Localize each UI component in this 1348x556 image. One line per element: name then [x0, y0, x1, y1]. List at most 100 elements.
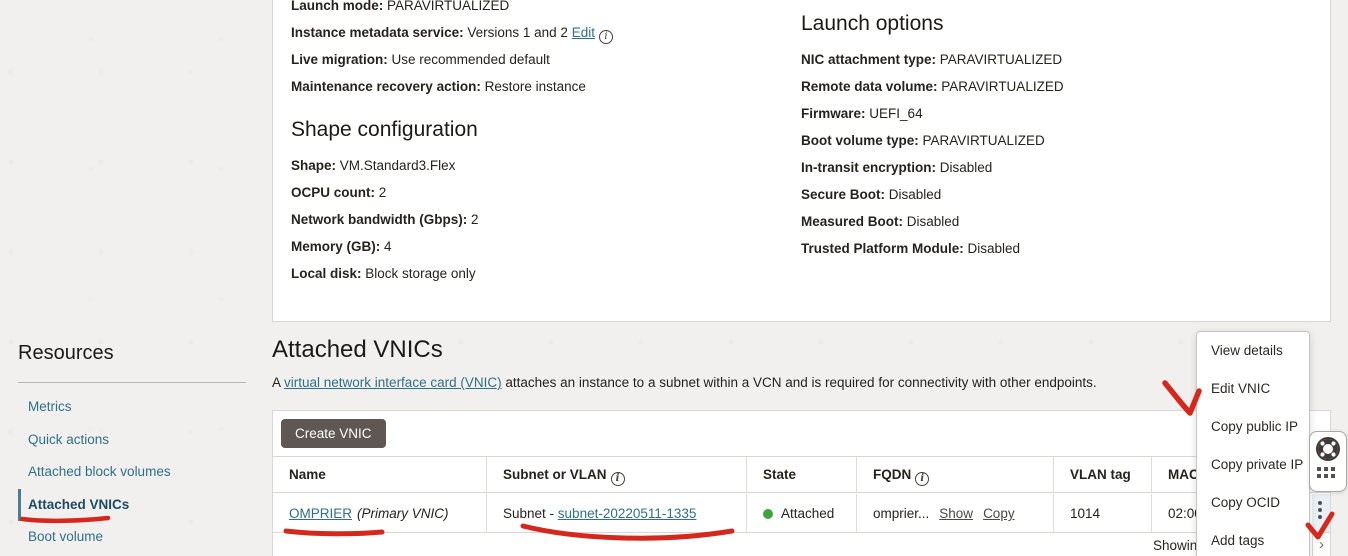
sidebar-item-metrics[interactable]: Metrics	[18, 391, 246, 424]
column-header-label: Subnet or VLAN	[503, 467, 607, 482]
detail-value: 2	[379, 185, 387, 200]
app-grid-icon[interactable]	[1317, 467, 1339, 478]
detail-row-bandwidth: Network bandwidth (Gbps): 2	[291, 206, 479, 233]
detail-value: Versions 1 and 2	[467, 25, 568, 40]
detail-label: Measured Boot:	[801, 214, 903, 229]
fqdn-value: omprier...	[873, 506, 929, 521]
edit-metadata-link[interactable]: Edit	[572, 25, 595, 40]
info-icon: i	[611, 472, 625, 486]
detail-value: Block storage only	[365, 266, 475, 281]
column-header-name: Name	[273, 457, 486, 492]
detail-value: Disabled	[968, 241, 1021, 256]
column-header-label: FQDN	[873, 467, 911, 482]
sidebar-item-label: Quick actions	[28, 432, 109, 447]
vnics-table-card: Create VNIC Name Subnet or VLAN i State F…	[272, 410, 1331, 556]
detail-value: Restore instance	[485, 79, 586, 94]
detail-value: 2	[471, 212, 479, 227]
fqdn-copy-link[interactable]: Copy	[983, 506, 1015, 521]
vnics-table-header: Name Subnet or VLAN i State FQDNi VLAN ta…	[273, 456, 1330, 493]
sidebar-divider	[18, 382, 246, 383]
sidebar-item-label: Boot volume	[28, 529, 103, 544]
cell-state: Attached	[746, 494, 856, 532]
vnics-toolbar: Create VNIC	[273, 411, 1330, 456]
column-header-vlan-tag: VLAN tag	[1053, 457, 1151, 492]
menu-item-view-details[interactable]: View details	[1197, 332, 1309, 370]
detail-label: Shape:	[291, 158, 336, 173]
menu-item-copy-public-ip[interactable]: Copy public IP	[1197, 408, 1309, 446]
detail-row-boot-volume-type: Boot volume type: PARAVIRTUALIZED	[801, 127, 1064, 154]
fqdn-show-link[interactable]: Show	[939, 506, 973, 521]
menu-item-add-tags[interactable]: Add tags	[1197, 522, 1309, 556]
row-actions-kebab-icon[interactable]	[1317, 501, 1323, 522]
detail-row-remote-data-volume: Remote data volume: PARAVIRTUALIZED	[801, 73, 1064, 100]
detail-row-tpm: Trusted Platform Module: Disabled	[801, 235, 1064, 262]
vnic-name-link[interactable]: OMPRIER	[289, 506, 352, 521]
state-label: Attached	[781, 506, 834, 521]
detail-label: NIC attachment type:	[801, 52, 936, 67]
scroll-right-chevron-icon[interactable]: ›	[1312, 532, 1330, 556]
sidebar-item-boot-volume[interactable]: Boot volume	[18, 521, 246, 554]
sidebar-item-quick-actions[interactable]: Quick actions	[18, 424, 246, 457]
detail-label: Maintenance recovery action:	[291, 79, 481, 94]
detail-value: Disabled	[940, 160, 993, 175]
column-header-fqdn: FQDNi	[856, 457, 1053, 492]
detail-row-local-disk: Local disk: Block storage only	[291, 260, 479, 287]
detail-row-memory: Memory (GB): 4	[291, 233, 479, 260]
detail-row-secure-boot: Secure Boot: Disabled	[801, 181, 1064, 208]
detail-value: Use recommended default	[392, 52, 550, 67]
instance-general-details: Launch mode: PARAVIRTUALIZED Instance me…	[291, 0, 613, 100]
instance-details-card: Launch mode: PARAVIRTUALIZED Instance me…	[272, 0, 1331, 322]
attached-vnics-description: A virtual network interface card (VNIC) …	[272, 375, 1097, 390]
detail-row-measured-boot: Measured Boot: Disabled	[801, 208, 1064, 235]
column-header-state: State	[746, 457, 856, 492]
menu-item-copy-ocid[interactable]: Copy OCID	[1197, 484, 1309, 522]
primary-vnic-note: (Primary VNIC)	[357, 506, 449, 521]
detail-row-live-migration: Live migration: Use recommended default	[291, 46, 613, 73]
resources-sidebar: Resources Metrics Quick actions Attached…	[18, 342, 246, 554]
floating-help-widget[interactable]	[1309, 431, 1347, 492]
create-vnic-button[interactable]: Create VNIC	[281, 419, 386, 448]
detail-label: Firmware:	[801, 106, 866, 121]
detail-value: VM.Standard3.Flex	[340, 158, 456, 173]
detail-row-in-transit-encryption: In-transit encryption: Disabled	[801, 154, 1064, 181]
detail-row-shape: Shape: VM.Standard3.Flex	[291, 152, 479, 179]
detail-label: Trusted Platform Module:	[801, 241, 964, 256]
detail-label: Launch mode:	[291, 0, 383, 13]
table-footer-showing: Showin	[1153, 533, 1197, 556]
detail-value: PARAVIRTUALIZED	[923, 133, 1045, 148]
detail-label: OCPU count:	[291, 185, 375, 200]
detail-row-ocpu: OCPU count: 2	[291, 179, 479, 206]
sidebar-item-attached-block-volumes[interactable]: Attached block volumes	[18, 456, 246, 489]
subnet-link[interactable]: subnet-20220511-1335	[558, 506, 697, 521]
sidebar-item-label: Metrics	[28, 399, 72, 414]
column-header-subnet: Subnet or VLAN i	[486, 457, 746, 492]
sidebar-item-attached-vnics[interactable]: Attached VNICs	[18, 489, 246, 522]
detail-label: Instance metadata service:	[291, 25, 464, 40]
launch-options-section: Launch options NIC attachment type: PARA…	[801, 10, 1064, 262]
vnic-table-row: OMPRIER (Primary VNIC) Subnet - subnet-20…	[273, 494, 1330, 533]
detail-value: Disabled	[907, 214, 960, 229]
description-prefix: A	[272, 375, 284, 390]
detail-value: PARAVIRTUALIZED	[940, 52, 1062, 67]
detail-label: Live migration:	[291, 52, 388, 67]
detail-value: PARAVIRTUALIZED	[387, 0, 509, 13]
state-attached-dot-icon	[763, 509, 773, 519]
description-suffix: attaches an instance to a subnet within …	[502, 375, 1097, 390]
shape-configuration-section: Shape configuration Shape: VM.Standard3.…	[291, 116, 479, 287]
menu-item-edit-vnic[interactable]: Edit VNIC	[1197, 370, 1309, 408]
detail-row-maintenance-recovery: Maintenance recovery action: Restore ins…	[291, 73, 613, 100]
detail-value: Disabled	[889, 187, 942, 202]
detail-label: Boot volume type:	[801, 133, 919, 148]
sidebar-item-label: Attached block volumes	[28, 464, 171, 479]
support-wheel-icon[interactable]	[1315, 436, 1341, 462]
detail-label: Network bandwidth (Gbps):	[291, 212, 467, 227]
detail-row-firmware: Firmware: UEFI_64	[801, 100, 1064, 127]
detail-label: Memory (GB):	[291, 239, 380, 254]
cell-fqdn: omprier... Show Copy	[856, 494, 1053, 532]
shape-configuration-title: Shape configuration	[291, 116, 479, 144]
detail-value: UEFI_64	[869, 106, 922, 121]
cell-subnet: Subnet - subnet-20220511-1335	[486, 494, 746, 532]
vnic-doc-link[interactable]: virtual network interface card (VNIC)	[284, 375, 502, 390]
resources-title: Resources	[18, 342, 246, 365]
menu-item-copy-private-ip[interactable]: Copy private IP	[1197, 446, 1309, 484]
